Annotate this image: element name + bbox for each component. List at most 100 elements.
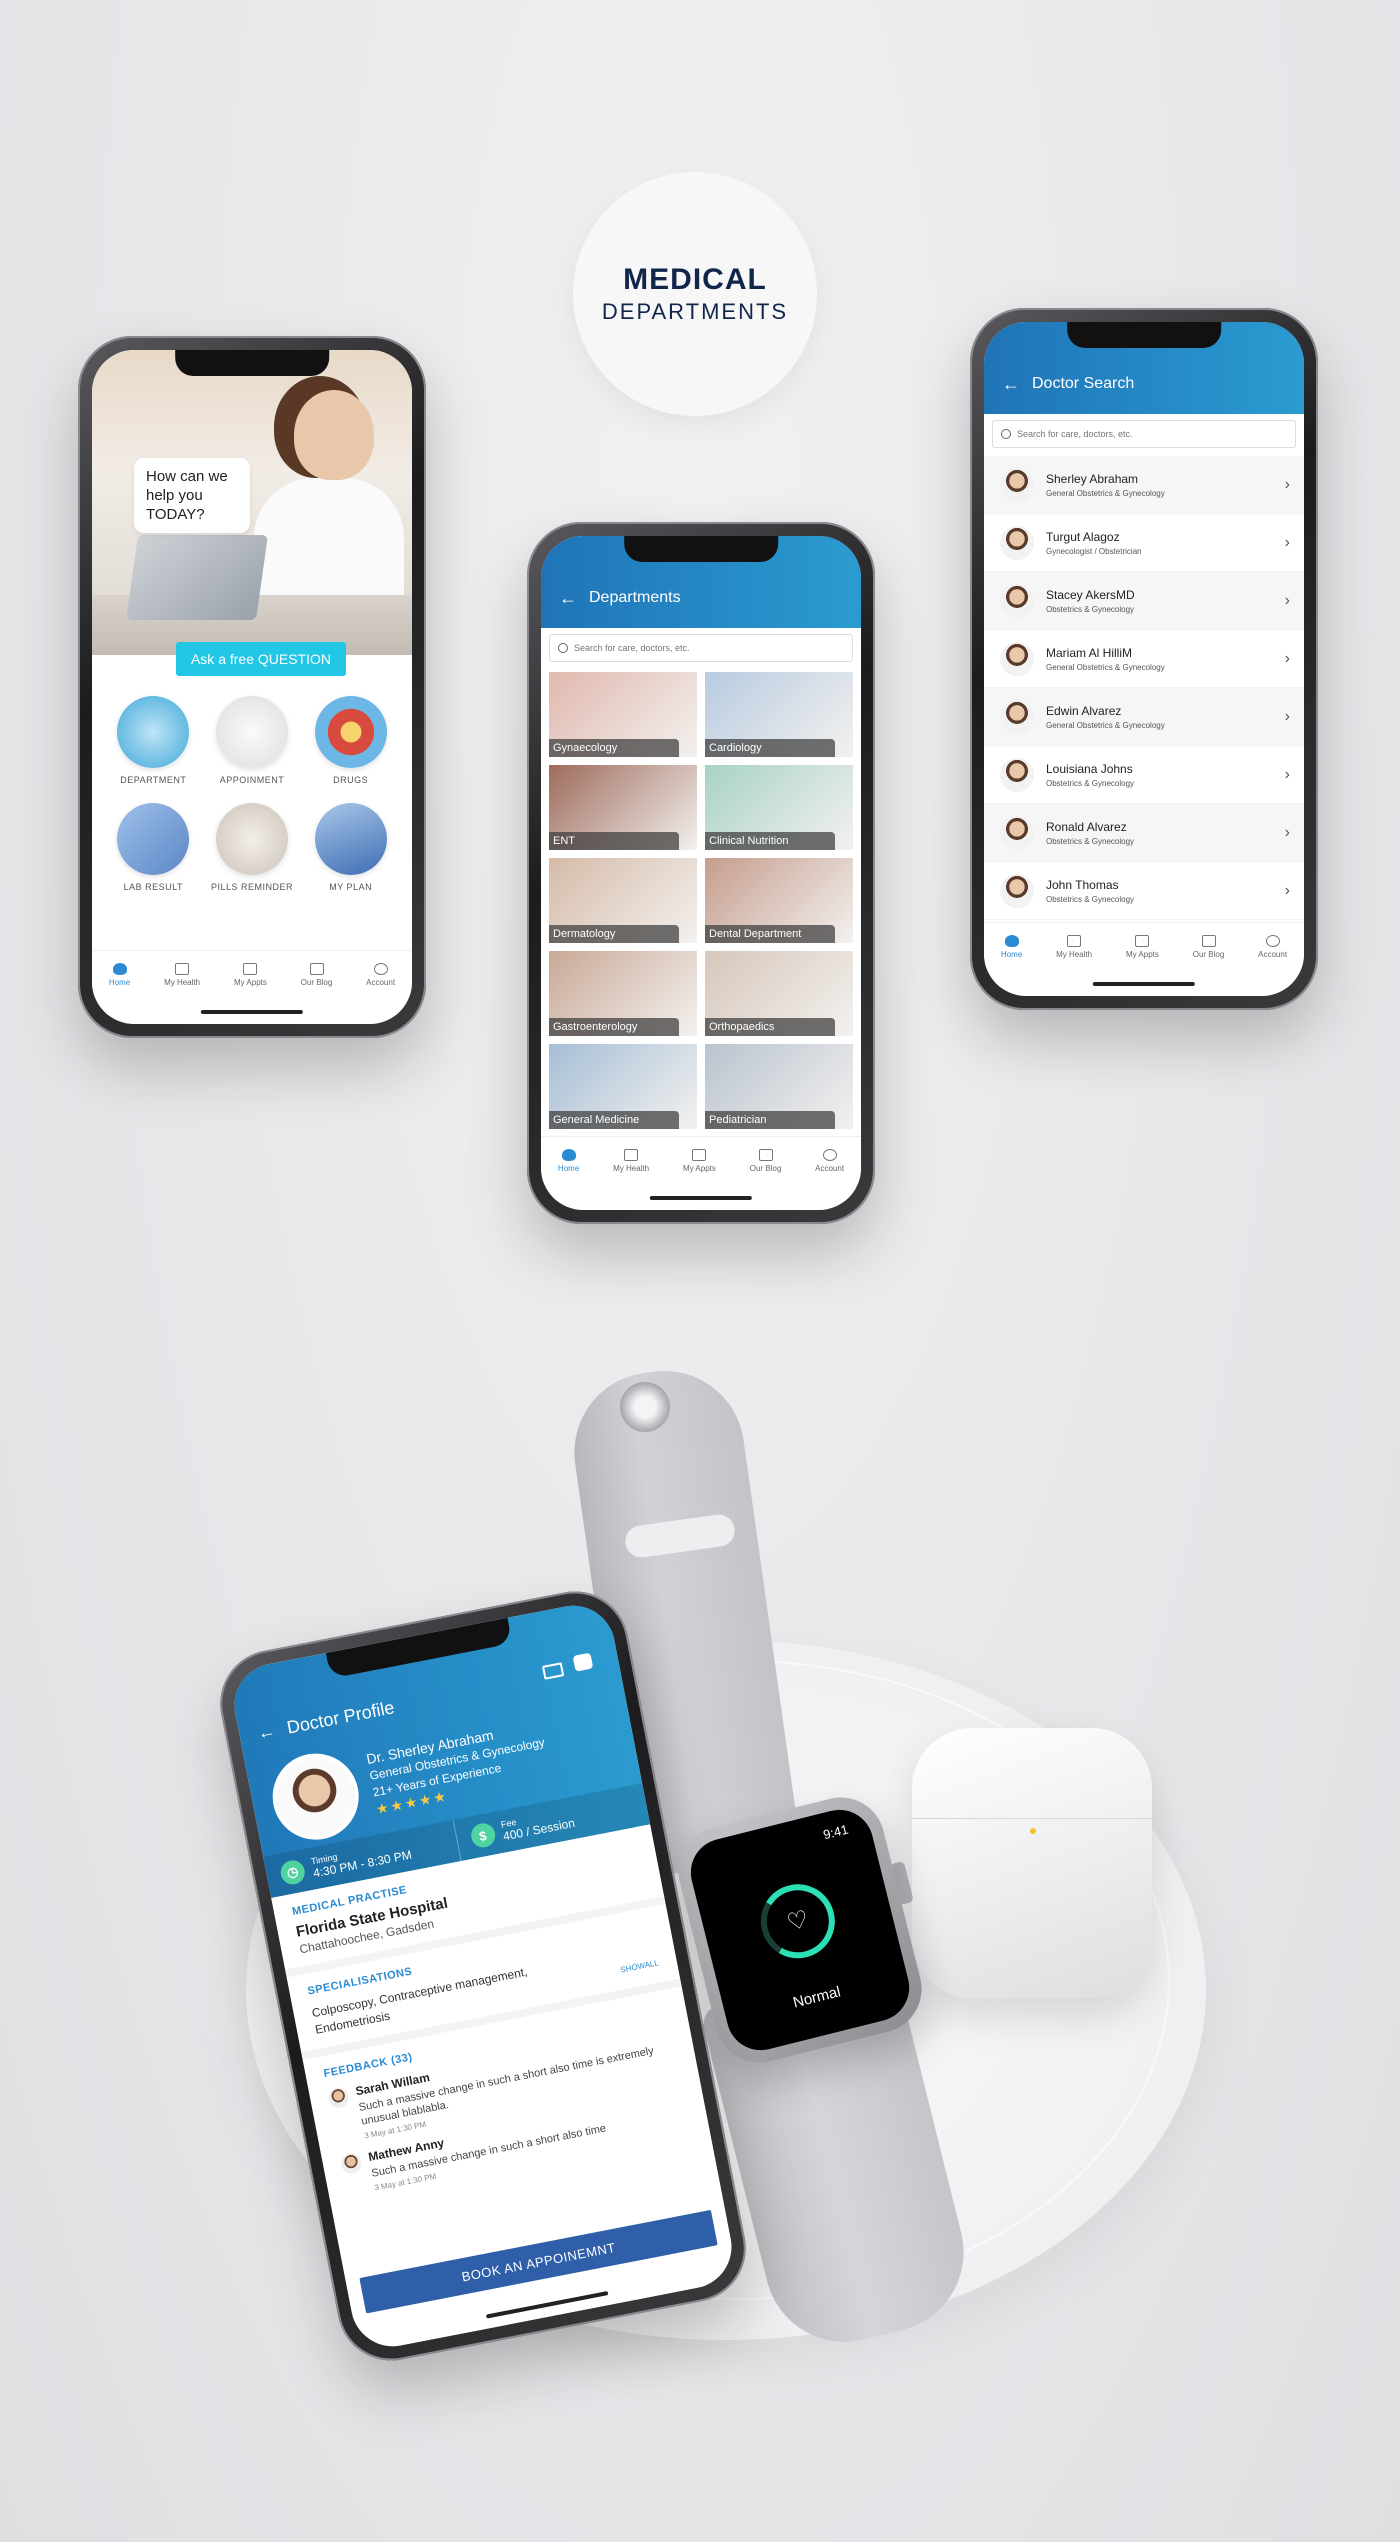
tab-account[interactable]: Account — [815, 1148, 844, 1173]
calendar-icon — [1135, 934, 1150, 947]
medkit-icon — [175, 962, 190, 975]
doctor-row[interactable]: Turgut Alagoz Gynecologist / Obstetrician… — [984, 514, 1304, 572]
doctor-row[interactable]: Mariam Al HilliM General Obstetrics & Gyn… — [984, 630, 1304, 688]
feature-my-plan[interactable]: MY PLAN — [301, 803, 400, 892]
tab-account[interactable]: Account — [366, 962, 395, 987]
doctor-row[interactable]: Ronald Alvarez Obstetrics & Gynecology › — [984, 804, 1304, 862]
tab-our-blog[interactable]: Our Blog — [301, 962, 332, 987]
department-tile[interactable]: ENT — [549, 765, 697, 850]
tab-home[interactable]: Home — [1001, 934, 1022, 959]
search-icon — [1001, 429, 1011, 439]
chat-icon[interactable] — [572, 1652, 594, 1672]
tab-bar: Home My Health My Appts Our Blog Account — [92, 950, 412, 998]
phone-doctor-search: ← Doctor Search Sherley Abraham General O… — [970, 308, 1318, 1010]
department-tile[interactable]: Gastroenterology — [549, 951, 697, 1036]
doctor-specialty: General Obstetrics & Gynecology — [1046, 720, 1165, 730]
department-label: Gastroenterology — [549, 1018, 679, 1036]
hospital-icon — [314, 803, 387, 875]
mail-icon[interactable] — [541, 1662, 565, 1680]
doctor-row[interactable]: Stacey AkersMD Obstetrics & Gynecology › — [984, 572, 1304, 630]
departments-grid: Gynaecology Cardiology ENT Clinical Nutriti… — [549, 672, 853, 1129]
phone-departments: ← Departments Gynaecology Cardiology ENT Cl… — [527, 522, 875, 1224]
doctor-name: Edwin Alvarez — [1046, 703, 1122, 718]
department-tile[interactable]: Dermatology — [549, 858, 697, 943]
pills-reminder-icon — [215, 803, 288, 875]
back-arrow-icon[interactable]: ← — [1002, 374, 1020, 395]
tab-account[interactable]: Account — [1258, 934, 1287, 959]
department-label: Gynaecology — [549, 739, 679, 757]
ask-question-button[interactable]: Ask a free QUESTION — [176, 642, 346, 676]
doctor-name: Stacey AkersMD — [1046, 587, 1135, 602]
page-title: Departments — [589, 589, 681, 606]
department-label: Cardiology — [705, 739, 835, 757]
show-all-link[interactable]: SHOWALL — [620, 1958, 660, 1974]
doctor-specialty: General Obstetrics & Gynecology — [1046, 488, 1165, 498]
heart-icon — [112, 962, 127, 975]
watch-screen: 9:41 ♡ Normal — [683, 1802, 917, 2058]
department-tile[interactable]: Dental Department — [705, 858, 853, 943]
department-label: Orthopaedics — [705, 1018, 835, 1036]
tab-home[interactable]: Home — [109, 962, 130, 987]
appointment-icon — [215, 696, 288, 768]
doctor-name: Ronald Alvarez — [1046, 819, 1127, 834]
feature-appoinment[interactable]: APPOINMENT — [203, 696, 302, 785]
chevron-right-icon: › — [1284, 591, 1290, 609]
feature-lab-result[interactable]: LAB RESULT — [104, 803, 203, 892]
chevron-right-icon: › — [1284, 533, 1290, 551]
heart-rate-ring: ♡ — [753, 1876, 843, 1967]
medkit-icon — [624, 1148, 639, 1161]
tab-our-blog[interactable]: Our Blog — [750, 1148, 781, 1173]
dollar-icon: $ — [468, 1821, 497, 1850]
feature-department[interactable]: DEPARTMENT — [104, 696, 203, 785]
tab-my-appts[interactable]: My Appts — [234, 962, 267, 987]
doctor-row[interactable]: Edwin Alvarez General Obstetrics & Gyneco… — [984, 688, 1304, 746]
medkit-icon — [1067, 934, 1082, 947]
watch-band-pin — [620, 1382, 670, 1432]
department-tile[interactable]: Orthopaedics — [705, 951, 853, 1036]
blog-icon — [309, 962, 324, 975]
tab-home[interactable]: Home — [558, 1148, 579, 1173]
tab-my-health[interactable]: My Health — [613, 1148, 649, 1173]
book-appointment-button[interactable]: BOOK AN APPOINEMNT — [359, 2209, 718, 2314]
search-input[interactable] — [574, 643, 852, 653]
feature-pills-reminder[interactable]: PILLS REMINDER — [203, 803, 302, 892]
home-screen: How can we help you TODAY? Ask a free QU… — [92, 350, 412, 1024]
tab-my-health[interactable]: My Health — [164, 962, 200, 987]
notch — [1067, 322, 1221, 348]
calendar-icon — [243, 962, 258, 975]
search-input[interactable] — [1017, 429, 1295, 439]
reviewer-avatar — [339, 2151, 364, 2176]
heart-icon — [561, 1148, 576, 1161]
department-tile[interactable]: Gynaecology — [549, 672, 697, 757]
doctor-row[interactable]: Louisiana Johns Obstetrics & Gynecology › — [984, 746, 1304, 804]
home-indicator — [649, 1196, 753, 1200]
tab-our-blog[interactable]: Our Blog — [1193, 934, 1224, 959]
department-tile[interactable]: Clinical Nutrition — [705, 765, 853, 850]
back-arrow-icon[interactable]: ← — [559, 588, 577, 609]
airpods-case — [912, 1728, 1152, 1998]
department-tile[interactable]: General Medicine — [549, 1044, 697, 1129]
badge-subtitle: DEPARTMENTS — [601, 299, 789, 324]
doctor-row[interactable]: Sherley Abraham General Obstetrics & Gyne… — [984, 456, 1304, 514]
doctor-name: Turgut Alagoz — [1046, 529, 1120, 544]
drugs-icon — [314, 696, 387, 768]
department-tile[interactable]: Cardiology — [705, 672, 853, 757]
chevron-right-icon: › — [1284, 823, 1290, 841]
department-label: Dental Department — [705, 925, 835, 943]
doctor-specialty: Obstetrics & Gynecology — [1046, 836, 1135, 846]
doctor-specialty: General Obstetrics & Gynecology — [1046, 662, 1165, 672]
chevron-right-icon: › — [1284, 881, 1290, 899]
tab-my-appts[interactable]: My Appts — [1126, 934, 1159, 959]
profile-body: MEDICAL PRACTISE Florida State Hospital … — [271, 1824, 739, 2354]
chevron-right-icon: › — [1284, 475, 1290, 493]
title-badge: MEDICAL DEPARTMENTS — [573, 172, 817, 416]
tab-my-appts[interactable]: My Appts — [683, 1148, 716, 1173]
departments-screen: ← Departments Gynaecology Cardiology ENT Cl… — [541, 536, 861, 1210]
feature-drugs[interactable]: DRUGS — [301, 696, 400, 785]
tab-my-health[interactable]: My Health — [1056, 934, 1092, 959]
doctor-row[interactable]: John Thomas Obstetrics & Gynecology › — [984, 862, 1304, 920]
chevron-right-icon: › — [1284, 765, 1290, 783]
back-arrow-icon[interactable]: ← — [256, 1720, 278, 1744]
department-tile[interactable]: Pediatrician — [705, 1044, 853, 1129]
chevron-right-icon: › — [1284, 649, 1290, 667]
